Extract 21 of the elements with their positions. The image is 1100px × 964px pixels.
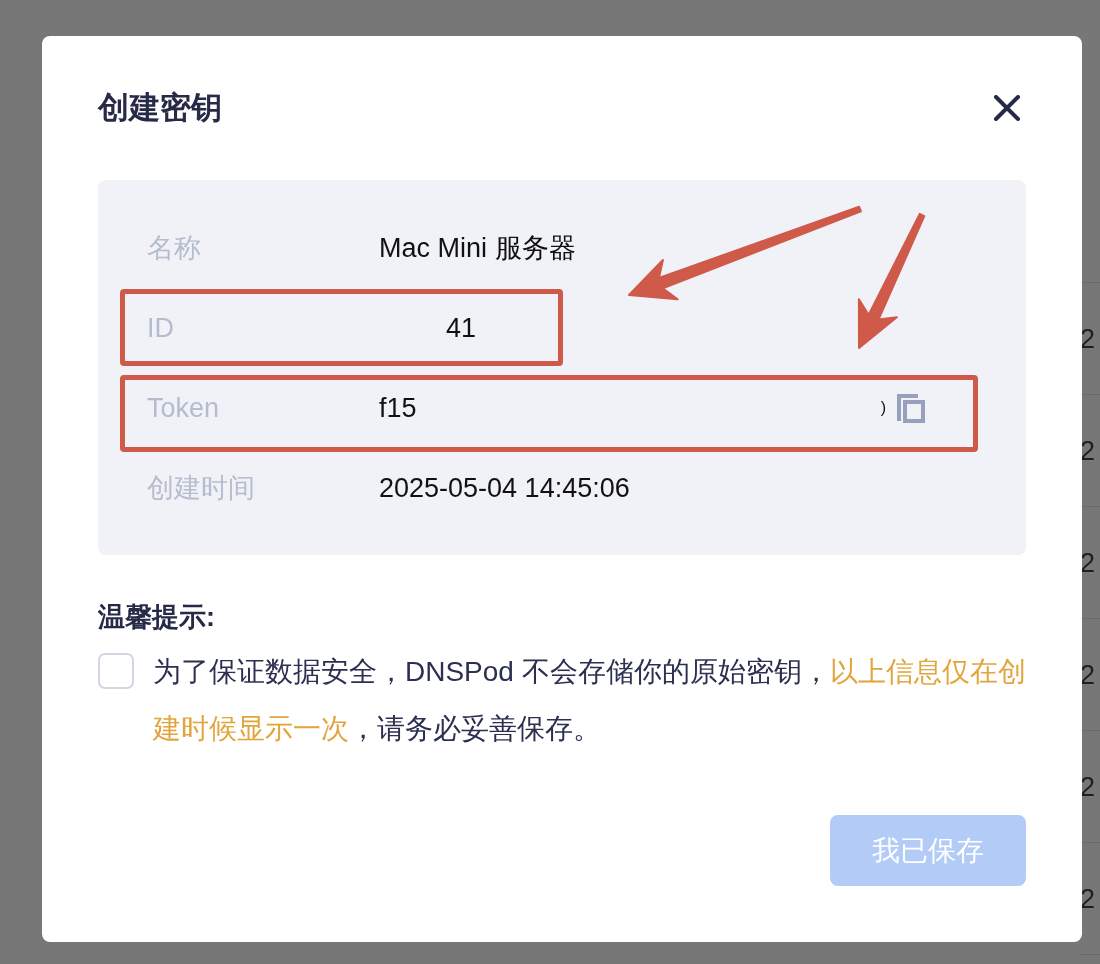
table-cell: 2 <box>1080 546 1096 579</box>
notice-text: 为了保证数据安全，DNSPod 不会存储你的原始密钥，以上信息仅在创建时候显示一次，请务必妥善保存。 <box>153 655 1027 746</box>
table-cell: 2 <box>1080 658 1096 691</box>
value-fragment: ) <box>880 399 886 417</box>
field-value: f15 <box>379 392 417 425</box>
close-button[interactable] <box>993 95 1021 121</box>
table-cell: 2 <box>1080 882 1096 915</box>
field-label: 创建时间 <box>147 472 256 505</box>
copy-icon[interactable] <box>897 393 925 423</box>
table-cell: 2 <box>1080 434 1096 467</box>
field-value: Mac Mini 服务器 <box>379 232 576 265</box>
field-value: 41 <box>446 312 477 345</box>
checkbox[interactable] <box>98 653 134 689</box>
dialog-title: 创建密钥 <box>98 89 222 127</box>
field-label: ID <box>147 312 175 345</box>
notice-heading: 温馨提示: <box>98 601 216 634</box>
field-label: 名称 <box>147 232 202 265</box>
field-label: Token <box>147 392 221 425</box>
field-value: 2025-05-04 14:45:06 <box>379 472 630 505</box>
table-cell: 2 <box>1080 770 1096 803</box>
table-cell: 2 <box>1080 322 1096 355</box>
